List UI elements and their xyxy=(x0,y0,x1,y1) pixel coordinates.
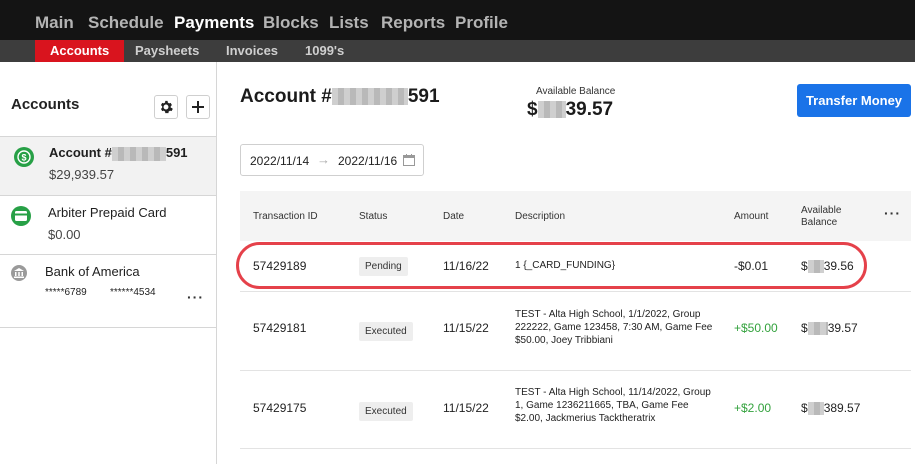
more-options-icon[interactable]: ··· xyxy=(884,205,901,221)
column-available-balance-2: Balance xyxy=(801,217,838,228)
top-nav: Main Schedule Payments Blocks Lists Repo… xyxy=(0,0,915,42)
settings-button[interactable] xyxy=(154,95,178,119)
more-options-icon[interactable]: ··· xyxy=(187,289,204,305)
accounts-sidebar: Accounts $ Account #591 $29,939.57 Arbit… xyxy=(0,62,217,464)
column-date[interactable]: Date xyxy=(443,211,464,222)
account-item-primary[interactable]: $ Account #591 $29,939.57 xyxy=(0,136,216,195)
masked-digits xyxy=(807,260,824,274)
svg-text:$: $ xyxy=(21,153,26,163)
arrow-right-icon: → xyxy=(317,152,330,167)
account-item-prepaid[interactable]: Arbiter Prepaid Card $0.00 xyxy=(0,195,216,254)
transaction-amount: +$50.00 xyxy=(734,321,778,335)
account-name: Bank of America xyxy=(45,264,140,279)
table-row[interactable]: 57429181 Executed 11/15/22 TEST - Alta H… xyxy=(240,292,911,371)
account-item-bank[interactable]: Bank of America *****6789 ******4534 ··· xyxy=(0,254,216,328)
nav-main[interactable]: Main xyxy=(35,13,74,33)
available-balance: $39.56 xyxy=(801,259,854,274)
transaction-amount: +$2.00 xyxy=(734,401,772,415)
available-balance: $39.57 xyxy=(801,321,858,336)
masked-digits xyxy=(537,101,566,119)
table-header: Transaction ID Status Date Description A… xyxy=(240,191,911,241)
gear-icon xyxy=(160,100,173,114)
transaction-date: 11/15/22 xyxy=(443,321,489,335)
bank-icon xyxy=(11,265,27,281)
available-balance: $389.57 xyxy=(801,401,861,416)
masked-digits xyxy=(807,402,824,416)
masked-digits xyxy=(807,322,828,336)
sidebar-title: Accounts xyxy=(11,96,80,113)
available-balance-label: Available Balance xyxy=(536,86,616,97)
tab-accounts[interactable]: Accounts xyxy=(35,40,125,62)
nav-profile[interactable]: Profile xyxy=(455,13,508,33)
transfer-money-button[interactable]: Transfer Money xyxy=(797,84,911,117)
page-title: Account #591 xyxy=(240,86,440,107)
tab-invoices[interactable]: Invoices xyxy=(226,40,278,62)
status-badge: Executed xyxy=(359,402,413,421)
date-to[interactable]: 2022/11/16 xyxy=(338,154,397,168)
transaction-date: 11/15/22 xyxy=(443,401,489,415)
account-name: Arbiter Prepaid Card xyxy=(48,205,167,220)
transaction-description: TEST - Alta High School, 11/14/2022, Gro… xyxy=(515,387,711,424)
transaction-description: TEST - Alta High School, 1/1/2022, Group… xyxy=(515,309,713,346)
column-status[interactable]: Status xyxy=(359,211,387,222)
dollar-circle-icon: $ xyxy=(14,147,34,167)
plus-icon xyxy=(192,101,204,113)
column-available-balance[interactable]: Available xyxy=(801,205,841,216)
nav-reports[interactable]: Reports xyxy=(381,13,445,33)
masked-digits xyxy=(111,146,166,161)
routing-number: ******4534 xyxy=(110,287,156,298)
nav-payments[interactable]: Payments xyxy=(174,13,254,33)
column-amount[interactable]: Amount xyxy=(734,211,768,222)
account-number: *****6789 xyxy=(45,287,87,298)
account-name: Account #591 xyxy=(49,145,188,161)
column-description[interactable]: Description xyxy=(515,211,565,222)
account-balance: $29,939.57 xyxy=(49,167,115,182)
table-row[interactable]: 57429189 Pending 11/16/22 1 {_CARD_FUNDI… xyxy=(240,241,911,292)
card-icon xyxy=(11,206,31,226)
nav-lists[interactable]: Lists xyxy=(329,13,369,33)
column-transaction-id[interactable]: Transaction ID xyxy=(253,211,318,222)
sub-nav: Accounts Paysheets Invoices 1099's xyxy=(0,40,915,62)
transaction-description: 1 {_CARD_FUNDING} xyxy=(515,260,616,271)
nav-schedule[interactable]: Schedule xyxy=(88,13,164,33)
status-badge: Pending xyxy=(359,257,408,276)
transaction-amount: -$0.01 xyxy=(734,259,769,273)
account-balance: $0.00 xyxy=(48,227,81,242)
transaction-id: 57429175 xyxy=(253,401,307,415)
tab-1099s[interactable]: 1099's xyxy=(305,40,344,62)
transaction-date: 11/16/22 xyxy=(443,259,489,273)
status-badge: Executed xyxy=(359,322,413,341)
calendar-icon xyxy=(403,154,415,166)
transaction-id: 57429181 xyxy=(253,321,307,335)
table-row[interactable]: 57429175 Executed 11/15/22 TEST - Alta H… xyxy=(240,371,911,449)
available-balance-value: $39.57 xyxy=(527,99,614,120)
nav-blocks[interactable]: Blocks xyxy=(263,13,319,33)
add-account-button[interactable] xyxy=(186,95,210,119)
date-range-picker[interactable]: 2022/11/14 → 2022/11/16 xyxy=(240,144,424,176)
date-from[interactable]: 2022/11/14 xyxy=(250,154,309,168)
tab-paysheets[interactable]: Paysheets xyxy=(135,40,199,62)
transaction-id: 57429189 xyxy=(253,259,307,273)
masked-digits xyxy=(331,88,408,106)
